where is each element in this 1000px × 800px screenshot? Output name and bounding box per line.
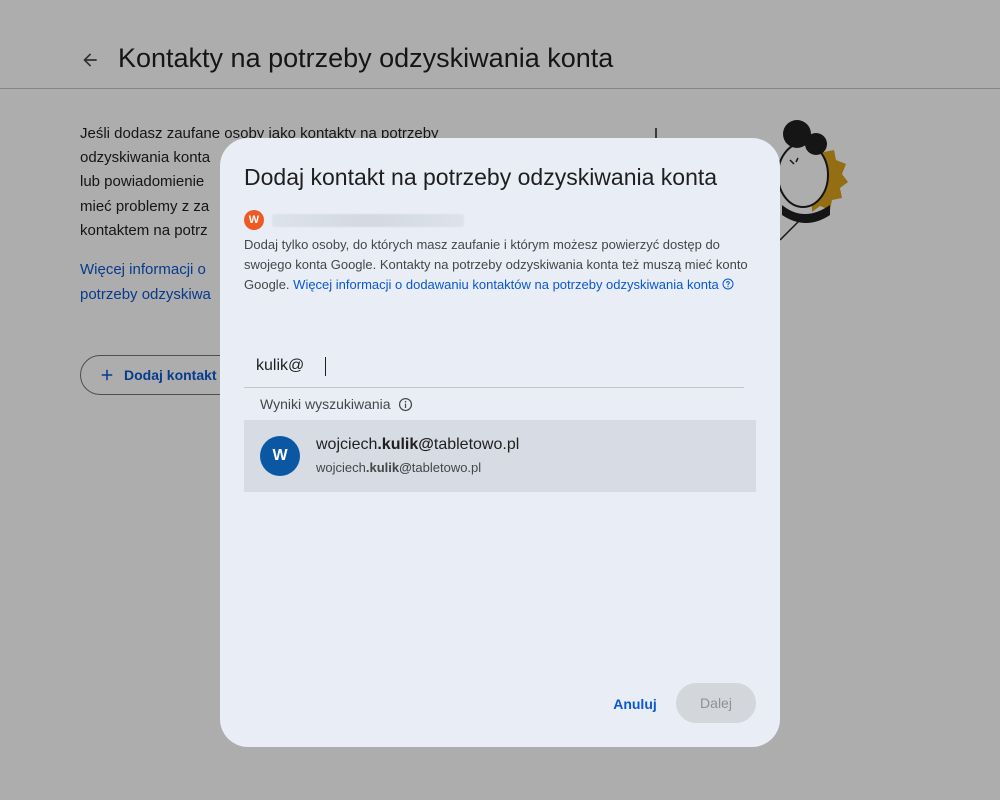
dialog-description: Dodaj tylko osoby, do których masz zaufa… bbox=[244, 235, 756, 295]
search-result-item[interactable]: W wojciech.kulik@tabletowo.pl wojciech.k… bbox=[244, 420, 756, 492]
search-results-header: Wyniki wyszukiwania bbox=[260, 396, 413, 412]
info-icon[interactable] bbox=[398, 397, 413, 412]
learn-more-link[interactable]: Więcej informacji o dodawaniu kontaktów … bbox=[293, 277, 719, 292]
result-email-suffix: tabletowo.pl bbox=[411, 460, 482, 475]
result-name-suffix: tabletowo.pl bbox=[433, 436, 520, 453]
account-email-redacted bbox=[272, 214, 464, 227]
result-name-match: .kulik@ bbox=[377, 436, 434, 453]
help-circle-icon[interactable] bbox=[722, 278, 734, 290]
result-email: wojciech.kulik@tabletowo.pl bbox=[316, 460, 481, 475]
add-recovery-contact-dialog: Dodaj kontakt na potrzeby odzyskiwania k… bbox=[220, 138, 780, 747]
result-name-prefix: wojciech bbox=[316, 436, 378, 453]
contact-search-field[interactable] bbox=[244, 344, 744, 388]
result-email-match: .kulik@ bbox=[365, 460, 412, 475]
result-name: wojciech.kulik@tabletowo.pl bbox=[316, 436, 519, 454]
dialog-title: Dodaj kontakt na potrzeby odzyskiwania k… bbox=[244, 164, 718, 190]
contact-search-input[interactable] bbox=[256, 354, 726, 378]
account-avatar: W bbox=[244, 210, 264, 230]
search-results-label: Wyniki wyszukiwania bbox=[260, 396, 391, 412]
result-avatar: W bbox=[260, 436, 300, 476]
result-email-prefix: wojciech bbox=[316, 460, 366, 475]
cancel-button[interactable]: Anuluj bbox=[604, 684, 666, 724]
next-button[interactable]: Dalej bbox=[676, 683, 756, 723]
text-caret bbox=[325, 357, 326, 376]
